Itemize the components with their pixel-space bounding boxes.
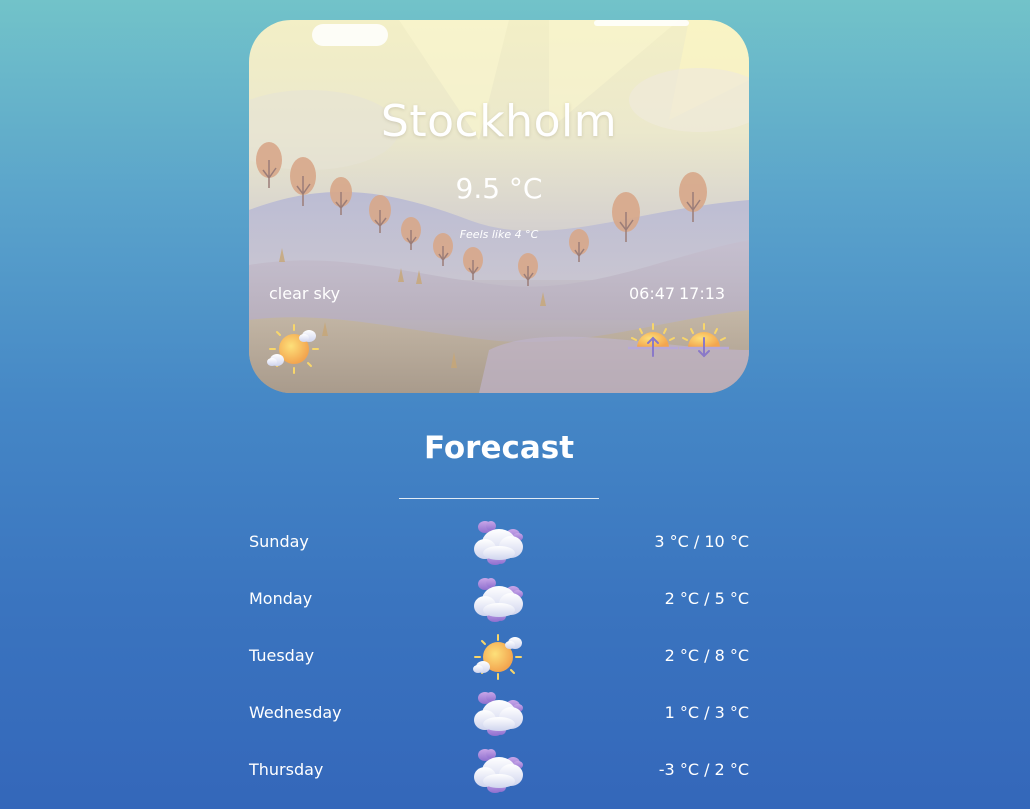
weather-description: clear sky bbox=[269, 284, 341, 303]
forecast-day: Sunday bbox=[249, 532, 309, 551]
forecast-row: Thursday -3 °C / 2 °C bbox=[249, 747, 749, 795]
forecast-day: Wednesday bbox=[249, 703, 342, 722]
cloudy-icon bbox=[473, 519, 525, 567]
forecast-day: Monday bbox=[249, 589, 313, 608]
current-weather-card: Stockholm 9.5 °C Feels like 4 °C clear s… bbox=[249, 20, 749, 393]
sun-with-clouds-icon bbox=[473, 633, 525, 681]
sunset-time: 17:13 bbox=[679, 284, 726, 303]
forecast-row: Monday 2 °C / 5 °C bbox=[249, 576, 749, 624]
feels-like-text: Feels like 4 °C bbox=[459, 228, 539, 241]
forecast-temperature-range: 1 °C / 3 °C bbox=[664, 703, 749, 722]
current-temperature: 9.5 °C bbox=[455, 172, 543, 205]
forecast-day: Thursday bbox=[249, 760, 324, 779]
forecast-temperature-range: -3 °C / 2 °C bbox=[658, 760, 749, 779]
forecast-day: Tuesday bbox=[249, 646, 315, 665]
forecast-temperature-range: 2 °C / 5 °C bbox=[664, 589, 749, 608]
sunrise-time: 06:47 bbox=[629, 284, 676, 303]
cloudy-icon bbox=[473, 747, 525, 795]
sun-with-clouds-icon bbox=[267, 322, 321, 376]
forecast-temperature-range: 2 °C / 8 °C bbox=[664, 646, 749, 665]
sunset-icon bbox=[679, 322, 729, 362]
forecast-title: Forecast bbox=[423, 430, 575, 466]
forecast-divider bbox=[399, 498, 599, 499]
forecast-row: Tuesday 2 °C / 8 °C bbox=[249, 633, 749, 681]
cloudy-icon bbox=[473, 576, 525, 624]
forecast-row: Wednesday 1 °C / 3 °C bbox=[249, 690, 749, 738]
sunrise-icon bbox=[628, 322, 678, 362]
forecast-temperature-range: 3 °C / 10 °C bbox=[654, 532, 749, 551]
cloudy-icon bbox=[473, 690, 525, 738]
city-name: Stockholm bbox=[380, 96, 618, 147]
forecast-row: Sunday 3 °C / 10 °C bbox=[249, 519, 749, 567]
